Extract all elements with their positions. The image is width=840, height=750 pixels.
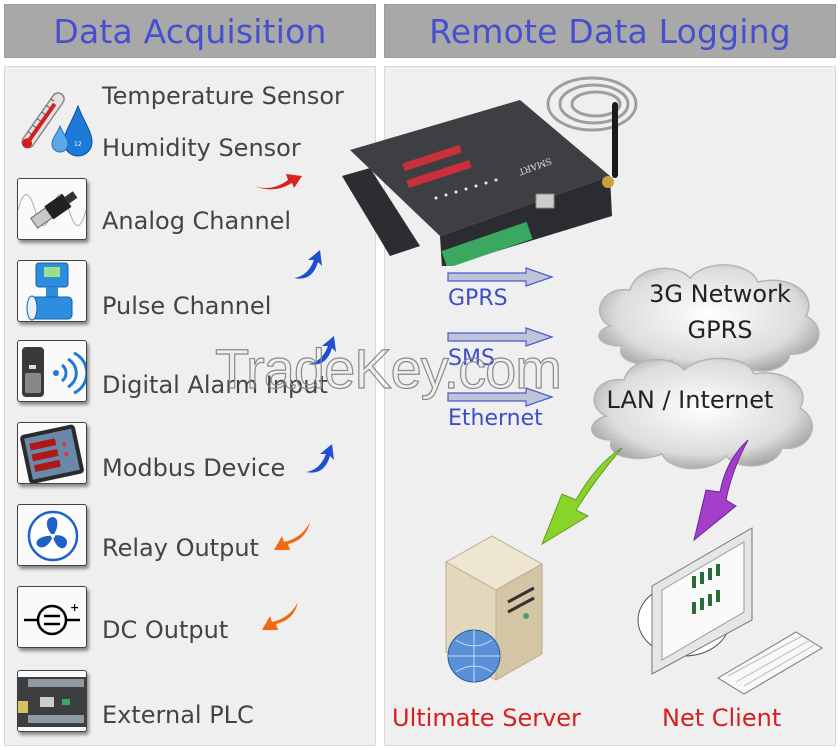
orange-arrow-icon: [262, 602, 298, 630]
wireless-alarm-icon-box: [17, 340, 87, 402]
svg-text:12: 12: [74, 141, 82, 148]
item-relay-output: Relay Output: [102, 534, 259, 562]
flow-meter-icon-box: [17, 260, 87, 322]
plc-icon: [18, 677, 86, 727]
data-logger-device: SMART: [342, 100, 618, 266]
modbus-meter-icon-box: [17, 422, 87, 484]
cloud-gprs-label: GPRS: [687, 316, 753, 344]
ultimate-server-label: Ultimate Server: [392, 704, 581, 732]
blue-arrow-icon: [294, 250, 322, 279]
pressure-sensor-icon-box: [17, 178, 87, 240]
dc-source-icon: +: [24, 601, 80, 636]
cloud-3g-network-label: 3G Network: [649, 280, 791, 308]
svg-text:+: +: [70, 601, 79, 614]
watermark-text: TradeKey.com: [214, 336, 562, 400]
red-arrow-icon: [254, 174, 302, 190]
water-drop-icon: 12: [51, 104, 93, 157]
client-computer-icon: [637, 527, 823, 695]
item-modbus-device: Modbus Device: [102, 454, 286, 482]
item-dc-output: DC Output: [102, 616, 229, 644]
cloud-lan-internet-label: LAN / Internet: [606, 386, 774, 414]
fan-icon: [27, 510, 79, 562]
gprs-arrow-icon: [447, 267, 554, 287]
dc-source-icon-box: +: [17, 586, 87, 648]
data-acquisition-title: Data Acquisition: [53, 11, 327, 51]
plc-icon-box: [17, 670, 87, 732]
item-analog-channel: Analog Channel: [102, 207, 292, 235]
data-acquisition-header: Data Acquisition: [4, 4, 376, 58]
item-pulse-channel: Pulse Channel: [102, 292, 272, 320]
blue-arrow-icon: [306, 444, 334, 473]
remote-data-logging-header: Remote Data Logging: [384, 4, 836, 58]
transport-gprs-label: GPRS: [448, 286, 508, 311]
fan-icon-box: [17, 504, 87, 566]
item-external-plc: External PLC: [102, 701, 254, 729]
transport-ethernet-label: Ethernet: [448, 406, 543, 431]
orange-arrow-icon: [274, 522, 310, 550]
modbus-meter-icon: [20, 424, 84, 483]
net-client-label: Net Client: [662, 704, 782, 732]
server-icon: [444, 535, 544, 683]
item-temperature-sensor: Temperature Sensor: [102, 82, 344, 110]
flow-meter-icon: [26, 262, 73, 321]
pressure-sensor-icon: [18, 191, 86, 229]
item-humidity-sensor: Humidity Sensor: [102, 134, 301, 162]
wireless-alarm-icon: [22, 347, 86, 397]
remote-data-logging-title: Remote Data Logging: [429, 11, 791, 51]
